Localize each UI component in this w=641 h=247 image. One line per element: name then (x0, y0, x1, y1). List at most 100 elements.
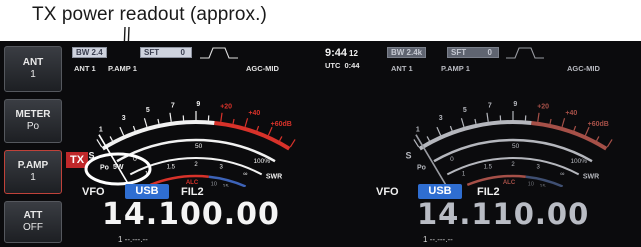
main-s-scale-tick (169, 112, 172, 122)
main-s-scale-tick (220, 112, 223, 122)
sub-po-tick-label: 50 (512, 143, 520, 150)
pamp-button-label: P.AMP (17, 160, 49, 171)
main-s-scale-tick (256, 125, 260, 131)
clock: 9:44 12 (325, 47, 358, 59)
sub-s-tick-label: 9 (513, 101, 517, 108)
sub-filter-shape-icon (506, 47, 544, 59)
sub-s-plus-tick-label: +40 (565, 110, 577, 117)
main-sft-value: 0 (180, 48, 185, 57)
sub-po-scale-label: Po (417, 164, 426, 171)
sub-meter-needle (415, 134, 448, 187)
pamp-button-value: 1 (30, 172, 36, 183)
sub-s-scale-label: S (406, 151, 412, 161)
main-s-tick-label: 1 (99, 126, 103, 133)
sub-sft-label: SFT (451, 48, 467, 57)
main-s-scale-tick (267, 126, 273, 136)
sub-swr-tick-label: 1 (462, 172, 466, 178)
sub-multi-meter: S13579+20+40+60dBPo050100%SWR11.523∞ALCC… (406, 101, 613, 187)
main-s-scale-tick (232, 118, 235, 125)
att-button-label: ATT (23, 210, 43, 221)
main-sft-tag: SFT 0 (140, 47, 192, 58)
main-comp-tick-label: 10 (211, 181, 217, 187)
utc-time: 0:44 (344, 61, 360, 70)
sub-frequency-readout[interactable]: 14.110.00 (417, 197, 589, 231)
utc-clock: UTC 0:44 (325, 61, 360, 70)
main-s-plus-tick-label: +60dB (271, 121, 292, 128)
sub-s-scale-tick (449, 125, 453, 131)
pamp-button[interactable]: P.AMP 1 (4, 150, 62, 194)
sub-po-tick-label: 0 (450, 156, 454, 163)
clock-date: 12 (349, 49, 358, 58)
ant-button-value: 1 (30, 69, 36, 80)
sub-s-scale-tick (584, 126, 590, 136)
main-s-tick-label: 7 (171, 102, 175, 109)
main-s-scale-tick (244, 118, 249, 128)
sub-memo-readout: 1 --.---.-- (423, 235, 453, 244)
sub-s-scale-tick (474, 118, 477, 125)
sub-s-scale-tick (573, 125, 577, 131)
sub-s-tick-label: 7 (488, 102, 492, 109)
sub-s-scale-tick (426, 136, 430, 142)
main-swr-tick-label: 1.5 (167, 164, 176, 170)
sub-s-scale-tick (606, 139, 613, 148)
sub-s-scale-tick (486, 112, 489, 122)
clock-time: 9:44 (325, 47, 348, 59)
sub-s-tick-label: 3 (439, 115, 443, 122)
main-filter-shape-icon (200, 47, 238, 59)
sub-s-tick-label: 5 (463, 107, 467, 114)
meter-button-label: METER (15, 109, 51, 120)
sub-s-scale-tick (413, 139, 420, 148)
sub-swr-tick-label: 1.5 (484, 164, 493, 170)
po-readout-circle (84, 152, 152, 186)
main-po-tick-label: 50 (195, 143, 203, 150)
main-s-scale-tick (157, 118, 160, 125)
sub-s-scale-tick (537, 112, 540, 122)
main-s-scale-tick (289, 139, 296, 148)
sub-sft-value: 0 (487, 48, 492, 57)
main-s-plus-tick-label: +20 (220, 103, 232, 110)
sub-s-scale-tick (561, 118, 566, 128)
main-frequency-readout[interactable]: 14.100.00 (102, 197, 280, 232)
sub-swr-tick-label: 2 (511, 162, 515, 168)
sub-swr-scale-label: SWR (583, 174, 599, 181)
main-sft-label: SFT (144, 48, 160, 57)
main-memo-readout: 1 --.---.-- (118, 235, 148, 244)
sub-alc-scale-label: ALC (503, 180, 516, 186)
main-comp-tick-label: 15 (222, 184, 228, 187)
sub-s-plus-tick-label: +20 (537, 103, 549, 110)
utc-label: UTC (325, 61, 341, 70)
meter-button[interactable]: METER Po (4, 99, 62, 143)
ant-button[interactable]: ANT 1 (4, 46, 62, 92)
sub-bw-tag: BW 2.4k (387, 47, 427, 58)
main-band-panel: BW 2.4 SFT 0 ANT 1 P.AMP 1 AGC-MID S1357… (66, 41, 320, 247)
main-s-scale-tick (279, 136, 283, 142)
sub-s-scale-tick (460, 118, 465, 128)
main-bw-tag: BW 2.4 (72, 47, 107, 58)
main-s-scale-tick (96, 139, 103, 148)
meter-button-value: Po (26, 121, 40, 132)
main-s-scale-tick (119, 126, 125, 136)
sub-agc-readout: AGC-MID (567, 64, 600, 73)
radio-display: ANT 1 METER Po P.AMP 1 ATT OFF BW 2.4 SF… (0, 41, 641, 247)
att-button[interactable]: ATT OFF (4, 201, 62, 243)
sub-s-tick-label: 1 (416, 126, 420, 133)
main-s-tick-label: 9 (196, 101, 200, 108)
main-swr-tick-label: ∞ (243, 172, 247, 178)
main-s-tick-label: 5 (146, 107, 150, 114)
main-ant-readout: ANT 1 (74, 64, 96, 73)
main-s-tick-label: 3 (122, 115, 126, 122)
att-button-value: OFF (23, 222, 43, 233)
sub-s-scale-tick (596, 136, 600, 142)
main-swr-tick-label: 2 (194, 162, 198, 168)
sub-swr-tick-label: ∞ (560, 172, 564, 178)
sub-sft-tag: SFT 0 (447, 47, 499, 58)
sub-ant-readout: ANT 1 (391, 64, 413, 73)
main-s-scale-tick (109, 136, 113, 142)
sub-vfo-label: VFO (376, 186, 399, 198)
sub-swr-tick-label: 3 (537, 164, 541, 170)
sub-po-tick-label: 100% (570, 158, 587, 165)
sub-s-scale-tick (436, 126, 442, 136)
main-swr-tick-label: 3 (220, 164, 224, 170)
main-swr-scale-label: SWR (266, 174, 282, 181)
sub-band-panel: BW 2.4k SFT 0 ANT 1 P.AMP 1 AGC-MID S 1 3 5… (376, 41, 641, 247)
